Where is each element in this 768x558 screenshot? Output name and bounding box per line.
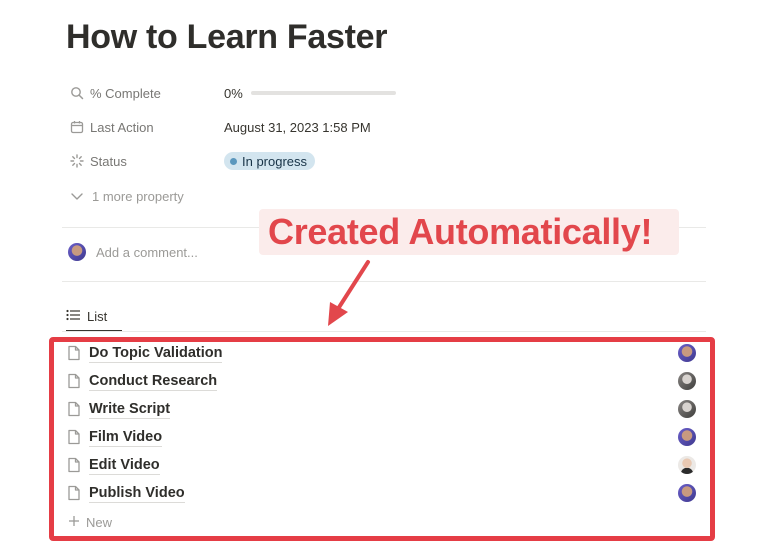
status-dot xyxy=(230,157,237,165)
property-value[interactable]: August 31, 2023 1:58 PM xyxy=(224,120,371,135)
add-new-label: New xyxy=(86,514,113,530)
status-badge[interactable]: In progress xyxy=(224,152,316,170)
calendar-icon xyxy=(70,120,84,134)
list-item[interactable]: Publish Video xyxy=(66,479,700,507)
tab-label: List xyxy=(87,308,108,324)
status-spinner-icon xyxy=(70,154,84,168)
property-label: Status xyxy=(90,153,127,169)
assignee-avatar[interactable] xyxy=(678,372,696,390)
status-label: In progress xyxy=(242,153,308,169)
list-item[interactable]: Conduct Research xyxy=(66,367,700,395)
comment-input[interactable]: Add a comment... xyxy=(96,245,198,260)
list-item[interactable]: Write Script xyxy=(66,395,700,423)
list-item-label[interactable]: Conduct Research xyxy=(89,372,218,391)
more-properties-toggle[interactable]: 1 more property xyxy=(70,185,184,207)
page-icon xyxy=(66,485,82,501)
property-status[interactable]: Status In progress xyxy=(70,149,316,173)
chevron-down-icon xyxy=(70,189,84,203)
complete-percent: 0% xyxy=(224,85,243,101)
list-item-label[interactable]: Edit Video xyxy=(89,456,160,475)
property-label: Last Action xyxy=(90,119,154,135)
list-item-label[interactable]: Do Topic Validation xyxy=(89,344,223,363)
tab-list[interactable]: List xyxy=(66,302,122,332)
list-item-label[interactable]: Film Video xyxy=(89,428,163,447)
property-label: % Complete xyxy=(90,85,161,101)
avatar xyxy=(68,243,86,261)
annotation-callout-text: Created Automatically! xyxy=(268,211,653,252)
page-icon xyxy=(66,373,82,389)
property-value[interactable]: 0% xyxy=(224,86,396,101)
page-icon xyxy=(66,457,82,473)
list-item[interactable]: Do Topic Validation xyxy=(66,339,700,367)
list-icon xyxy=(66,309,80,324)
page-icon xyxy=(66,345,82,361)
assignee-avatar[interactable] xyxy=(678,400,696,418)
assignee-avatar[interactable] xyxy=(678,484,696,502)
plus-icon xyxy=(68,515,80,530)
property-value[interactable]: In progress xyxy=(224,152,316,170)
divider xyxy=(62,281,706,282)
search-icon xyxy=(70,86,84,100)
property-complete[interactable]: % Complete 0% xyxy=(70,81,396,105)
property-last-action[interactable]: Last Action August 31, 2023 1:58 PM xyxy=(70,115,371,139)
annotation-arrow-icon xyxy=(328,260,370,326)
assignee-avatar[interactable] xyxy=(678,456,696,474)
list-item[interactable]: Film Video xyxy=(66,423,700,451)
page-title[interactable]: How to Learn Faster xyxy=(66,18,387,57)
assignee-avatar[interactable] xyxy=(678,428,696,446)
comment-composer[interactable]: Add a comment... xyxy=(68,243,198,261)
list-item-label[interactable]: Publish Video xyxy=(89,484,185,503)
tab-divider xyxy=(62,331,706,332)
more-properties-label: 1 more property xyxy=(92,188,184,204)
page-icon xyxy=(66,429,82,445)
progress-bar xyxy=(250,91,396,95)
list-item[interactable]: Edit Video xyxy=(66,451,700,479)
assignee-avatar[interactable] xyxy=(678,344,696,362)
page-icon xyxy=(66,401,82,417)
add-new-button[interactable]: New xyxy=(68,512,112,532)
list-item-label[interactable]: Write Script xyxy=(89,400,171,419)
